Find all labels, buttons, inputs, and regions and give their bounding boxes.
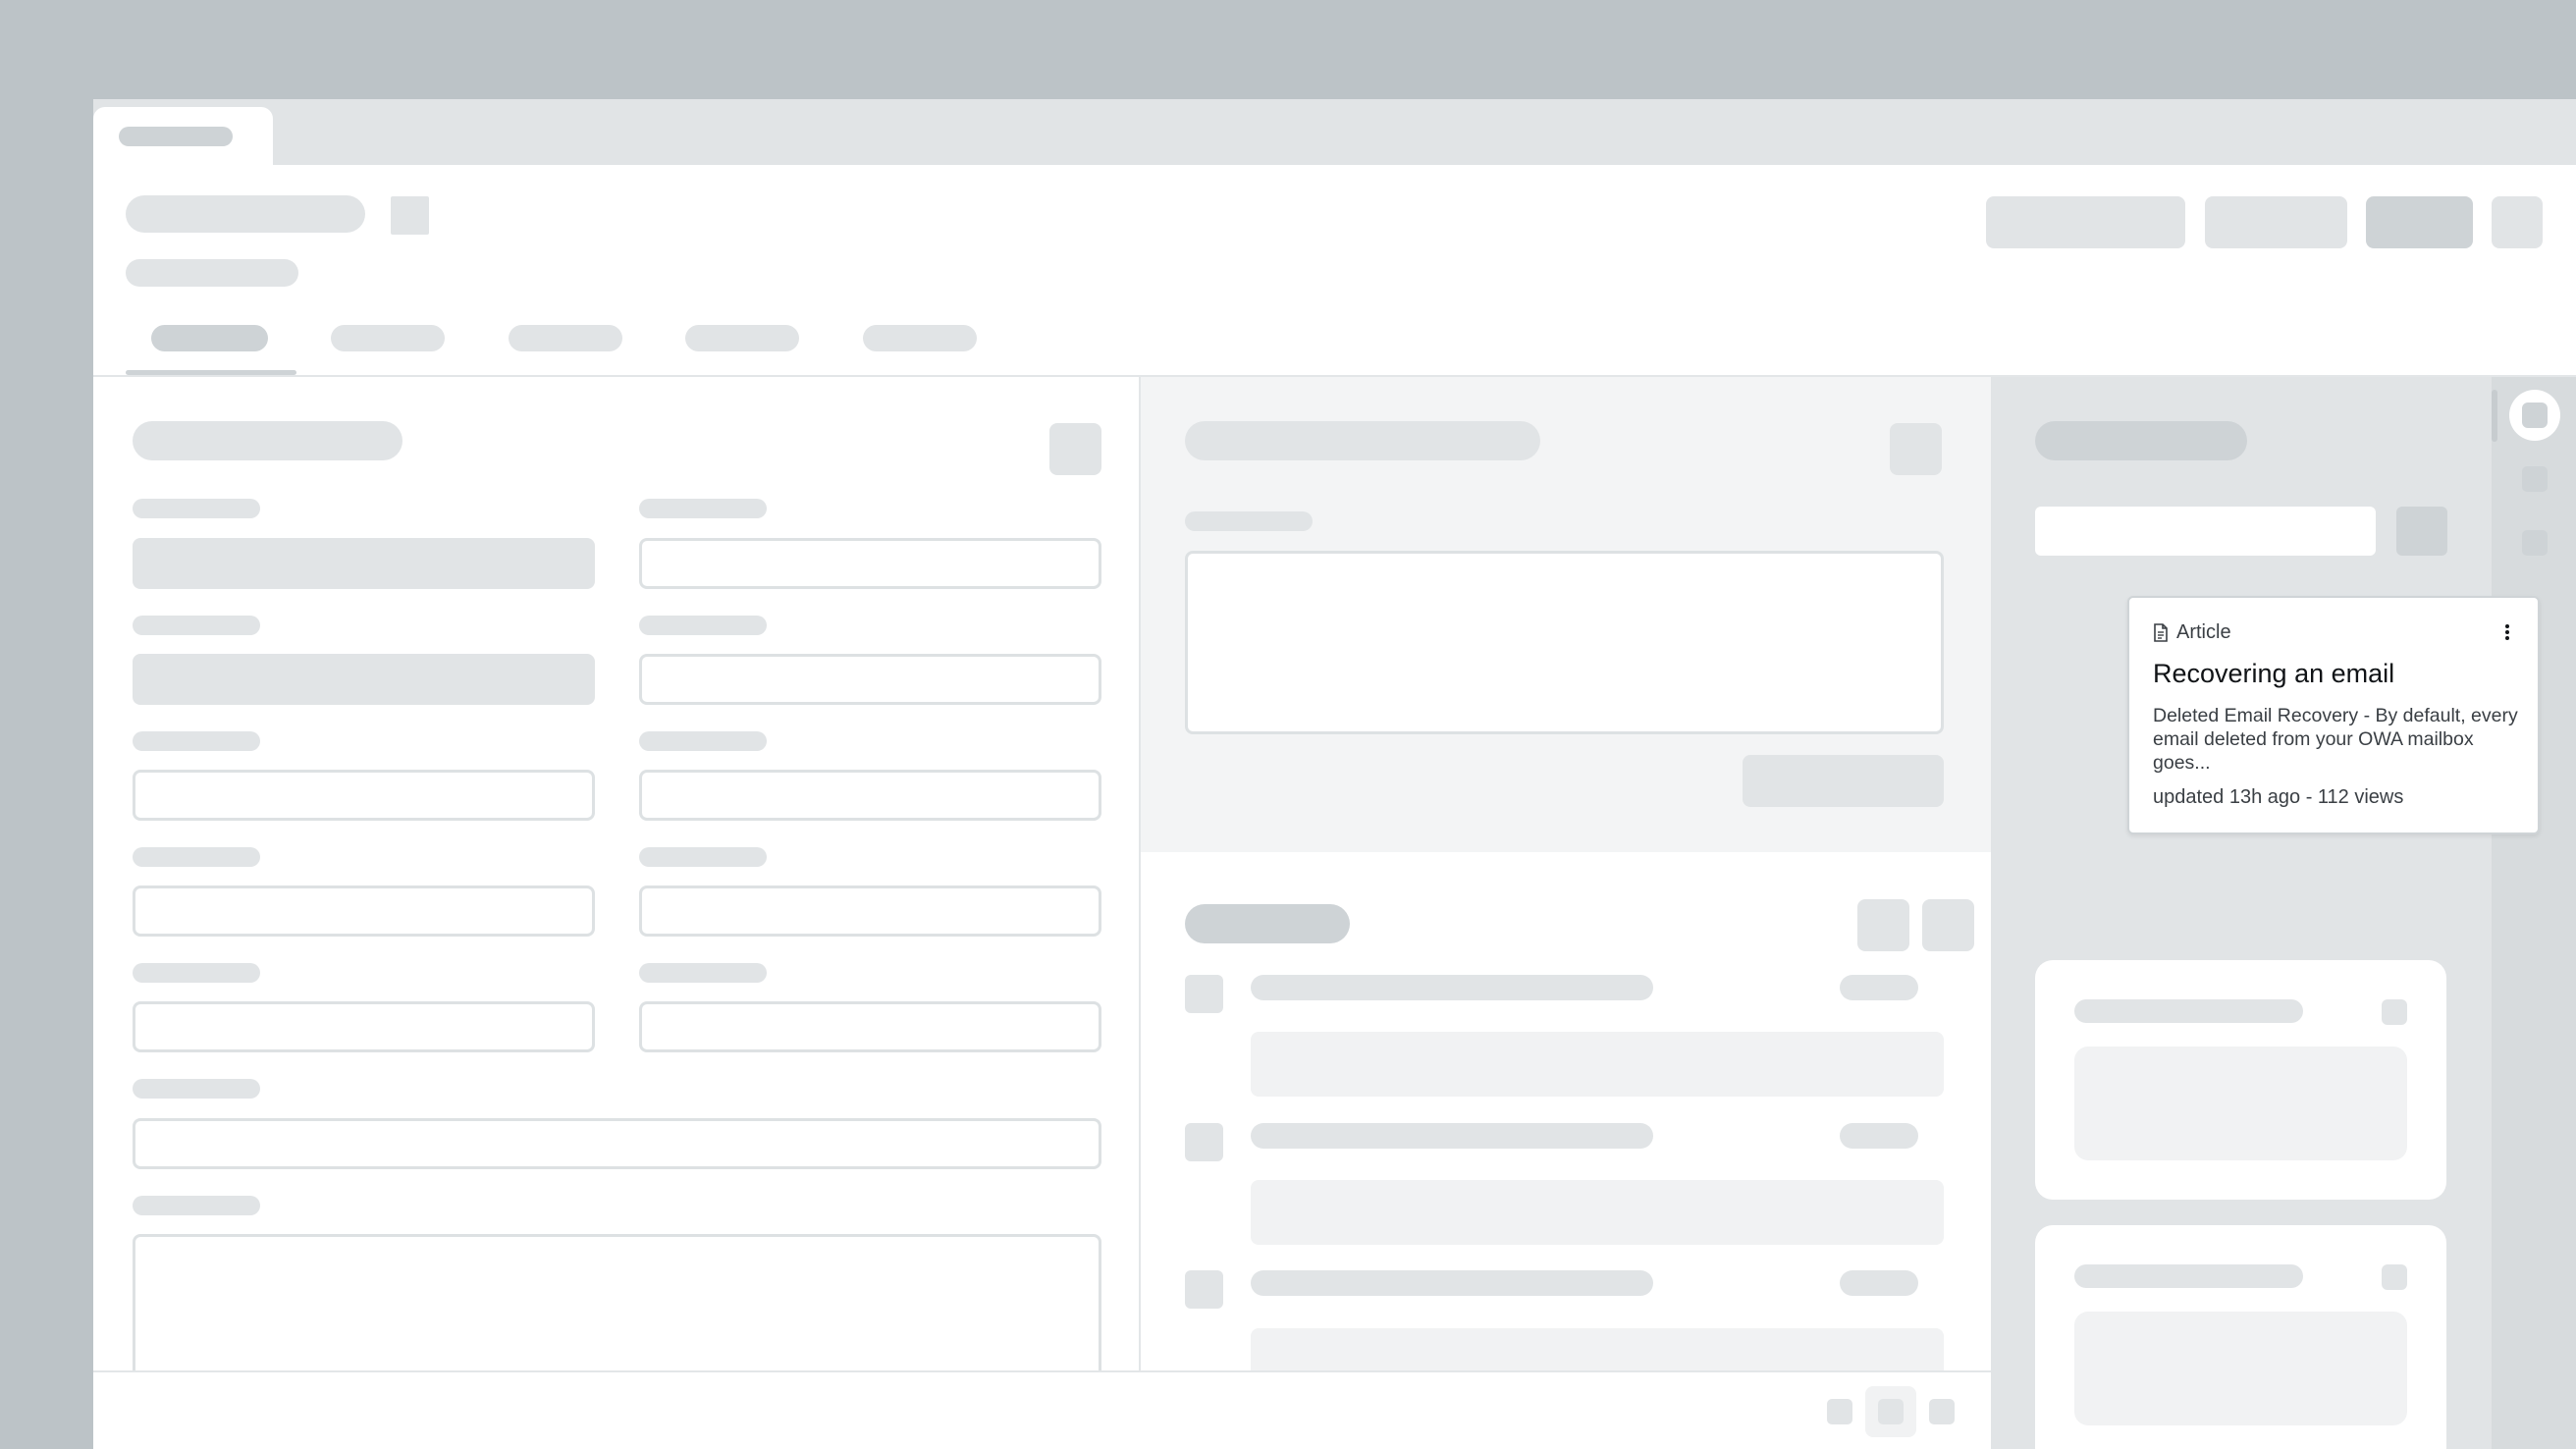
comment-label	[1185, 511, 1313, 531]
tab-5[interactable]	[863, 325, 977, 351]
article-type-label: Article	[2176, 621, 2231, 643]
rail-item-icon	[2522, 402, 2548, 428]
card-title-placeholder	[2074, 999, 2303, 1023]
section-title-placeholder	[1185, 421, 1540, 460]
tab-2[interactable]	[331, 325, 445, 351]
card-menu-placeholder[interactable]	[2382, 999, 2407, 1025]
knowledge-search-button[interactable]	[2396, 507, 2447, 556]
activity-tag	[1840, 975, 1918, 1000]
document-icon	[2154, 623, 2168, 642]
field-input[interactable]	[639, 886, 1101, 937]
side-rail	[2492, 377, 2576, 1449]
section-action-button[interactable]	[1890, 423, 1942, 475]
tab-1[interactable]	[151, 325, 268, 351]
knowledge-card-placeholder[interactable]	[2035, 1225, 2446, 1449]
knowledge-card-placeholder[interactable]	[2035, 960, 2446, 1200]
filter-button-2[interactable]	[1922, 899, 1974, 951]
field-label	[133, 499, 260, 518]
card-menu-placeholder[interactable]	[2382, 1264, 2407, 1290]
form-title-placeholder	[133, 421, 402, 460]
article-card[interactable]: Article Recovering an email Deleted Emai…	[2127, 596, 2540, 834]
field-label	[133, 731, 260, 751]
field-label	[133, 1196, 260, 1215]
field-input-wide[interactable]	[133, 1118, 1101, 1169]
field-input[interactable]	[639, 538, 1101, 589]
knowledge-pane	[1991, 377, 2492, 1449]
activity-heading	[1251, 975, 1653, 1000]
footer-icon-3[interactable]	[1929, 1399, 1955, 1424]
field-input-readonly	[133, 538, 595, 589]
kebab-menu-icon[interactable]	[2504, 623, 2510, 641]
rail-active-marker	[2492, 390, 2497, 442]
header-more-button[interactable]	[2492, 196, 2543, 248]
header-button-2[interactable]	[2205, 196, 2347, 248]
subtitle-placeholder	[126, 259, 298, 287]
submit-comment-button[interactable]	[1743, 755, 1944, 807]
field-label	[133, 847, 260, 867]
field-label	[639, 499, 767, 518]
form-pane	[93, 377, 1139, 1449]
header-primary-button[interactable]	[2366, 196, 2473, 248]
activity-tag	[1840, 1270, 1918, 1296]
activity-heading	[1251, 1270, 1653, 1296]
tab-3[interactable]	[509, 325, 622, 351]
footer-icon-2-bg[interactable]	[1865, 1386, 1916, 1437]
activity-tag	[1840, 1123, 1918, 1149]
tab-4[interactable]	[685, 325, 799, 351]
header-button-1[interactable]	[1986, 196, 2185, 248]
field-label	[133, 1079, 260, 1099]
field-label	[133, 616, 260, 635]
field-input[interactable]	[133, 1001, 595, 1052]
rail-item-3[interactable]	[2522, 530, 2548, 556]
app-window: Article Recovering an email Deleted Emai…	[93, 99, 2576, 1449]
field-input[interactable]	[133, 886, 595, 937]
footer-icon-1[interactable]	[1827, 1399, 1852, 1424]
card-body-placeholder	[2074, 1046, 2407, 1160]
article-type: Article	[2153, 621, 2231, 644]
knowledge-search-input[interactable]	[2035, 507, 2376, 556]
field-input[interactable]	[133, 770, 595, 821]
field-label	[639, 731, 767, 751]
field-label	[639, 616, 767, 635]
activity-title-placeholder	[1185, 904, 1350, 943]
active-tab[interactable]	[93, 107, 273, 165]
rail-item-1[interactable]	[2509, 390, 2560, 441]
comment-textarea[interactable]	[1185, 551, 1944, 734]
activity-avatar	[1185, 1123, 1223, 1161]
field-label	[639, 963, 767, 983]
tab-label-placeholder	[119, 127, 233, 146]
filter-button-1[interactable]	[1857, 899, 1909, 951]
title-action-icon[interactable]	[391, 196, 429, 235]
field-input[interactable]	[639, 770, 1101, 821]
field-input[interactable]	[639, 654, 1101, 705]
card-body-placeholder	[2074, 1312, 2407, 1425]
knowledge-title-placeholder	[2035, 421, 2247, 460]
activity-avatar	[1185, 975, 1223, 1013]
activity-heading	[1251, 1123, 1653, 1149]
footer-icon-2	[1878, 1399, 1904, 1424]
comment-pane	[1139, 377, 1993, 852]
page-title-placeholder	[126, 195, 365, 233]
article-title[interactable]: Recovering an email	[2153, 659, 2394, 689]
article-meta: updated 13h ago - 112 views	[2153, 786, 2404, 808]
activity-body	[1251, 1032, 1944, 1097]
textarea-field[interactable]	[133, 1234, 1101, 1391]
activity-body	[1251, 1180, 1944, 1245]
field-label	[639, 847, 767, 867]
activity-pane	[1139, 852, 1993, 1449]
field-input[interactable]	[639, 1001, 1101, 1052]
rail-item-2[interactable]	[2522, 466, 2548, 492]
form-action-button[interactable]	[1049, 423, 1101, 475]
footer-bar	[93, 1370, 1991, 1449]
field-label	[133, 963, 260, 983]
browser-tab-bar	[93, 99, 2576, 165]
card-title-placeholder	[2074, 1264, 2303, 1288]
article-description: Deleted Email Recovery - By default, eve…	[2153, 705, 2518, 774]
activity-avatar	[1185, 1270, 1223, 1309]
field-input-readonly	[133, 654, 595, 705]
